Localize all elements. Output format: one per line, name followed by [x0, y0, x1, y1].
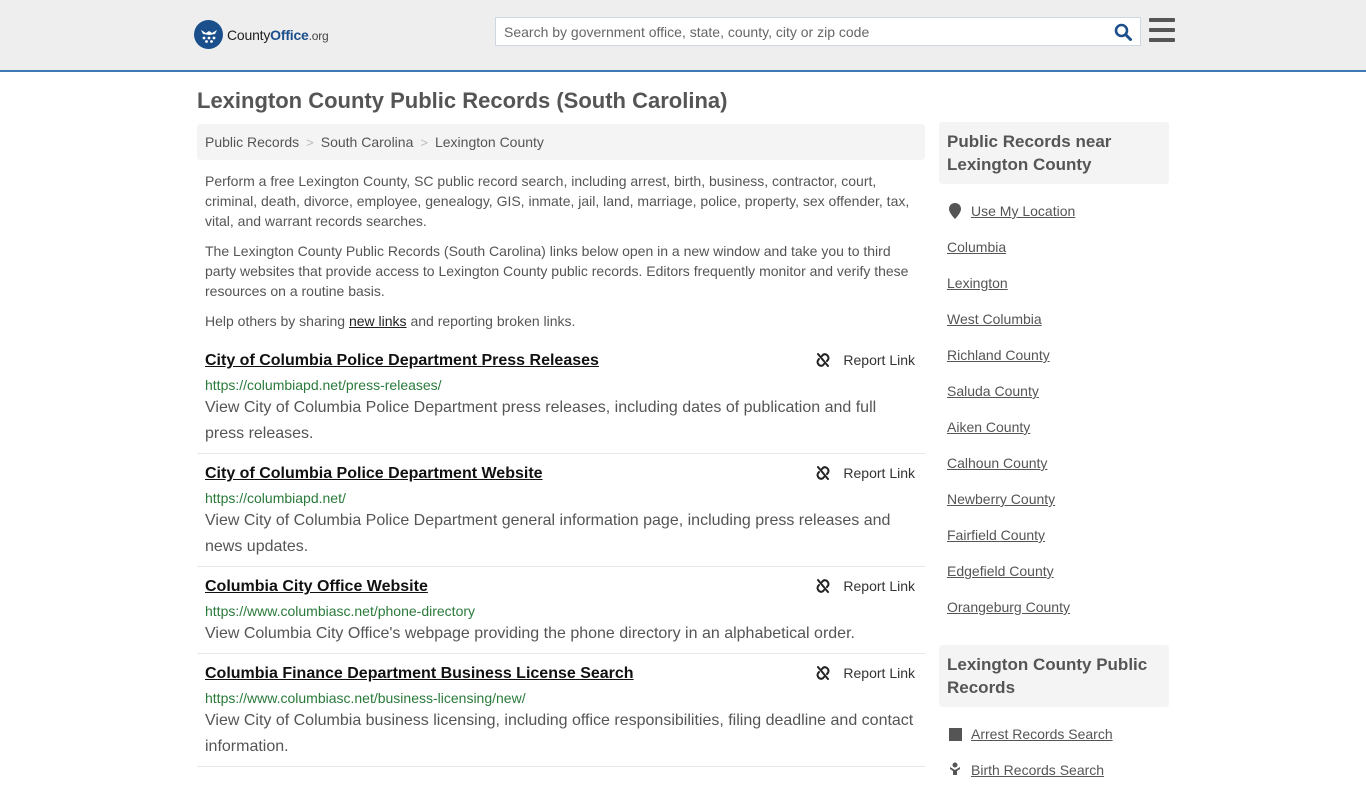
county-record-item: Arrest Records Search: [947, 716, 1161, 752]
page-title: Lexington County Public Records (South C…: [197, 88, 728, 113]
breadcrumb-separator: >: [420, 134, 428, 150]
record-url: https://columbiapd.net/: [205, 490, 346, 506]
broken-link-icon: [816, 466, 830, 480]
nearby-item: Aiken County: [947, 409, 1161, 445]
breadcrumb-separator: >: [306, 134, 314, 150]
birth-records-search-link[interactable]: Birth Records Search: [971, 762, 1104, 778]
nearby-link-calhoun-county[interactable]: Calhoun County: [947, 455, 1047, 471]
share-links-paragraph: Help others by sharing new links and rep…: [205, 313, 576, 329]
nearby-link-aiken-county[interactable]: Aiken County: [947, 419, 1030, 435]
broken-link-icon: [816, 353, 830, 367]
menu-bar: [1149, 38, 1175, 42]
use-location-item: Use My Location: [947, 193, 1161, 229]
record-description: View City of Columbia Police Department …: [205, 512, 891, 555]
record-url: https://www.columbiasc.net/phone-directo…: [205, 603, 476, 619]
report-link-button[interactable]: Report Link: [815, 465, 915, 481]
nearby-link-edgefield-county[interactable]: Edgefield County: [947, 563, 1054, 579]
record-title-link[interactable]: City of Columbia Police Department Press…: [205, 351, 599, 371]
record-title-link[interactable]: Columbia City Office Website: [205, 577, 428, 597]
nearby-item: Columbia: [947, 229, 1161, 265]
breadcrumb-public-records[interactable]: Public Records: [205, 134, 299, 150]
search-button[interactable]: [1106, 18, 1140, 45]
record-description: View Columbia City Office's webpage prov…: [205, 625, 855, 642]
nearby-link-orangeburg-county[interactable]: Orangeburg County: [947, 599, 1070, 615]
record-url: https://www.columbiasc.net/business-lice…: [205, 690, 526, 706]
nearby-link-lexington[interactable]: Lexington: [947, 275, 1008, 291]
nearby-item: West Columbia: [947, 301, 1161, 337]
square-icon: [947, 727, 963, 741]
report-link-button[interactable]: Report Link: [815, 578, 915, 594]
record-url: https://columbiapd.net/press-releases/: [205, 377, 442, 393]
nearby-item: Newberry County: [947, 481, 1161, 517]
breadcrumb-south-carolina[interactable]: South Carolina: [321, 134, 414, 150]
nearby-item: Lexington: [947, 265, 1161, 301]
record-item: Columbia City Office Website Report Link…: [197, 567, 925, 654]
record-item: City of Columbia Police Department Press…: [197, 341, 925, 454]
intro-text: Perform a free Lexington County, SC publ…: [197, 171, 925, 331]
nearby-item: Orangeburg County: [947, 589, 1161, 625]
sidebar: Public Records near Lexington County Use…: [939, 122, 1169, 788]
record-item: Columbia Finance Department Business Lic…: [197, 654, 925, 767]
county-record-item: Birth Records Search: [947, 752, 1161, 788]
intro-paragraph: Perform a free Lexington County, SC publ…: [205, 173, 910, 229]
broken-link-icon: [816, 579, 830, 593]
map-marker-icon: [947, 203, 963, 219]
nearby-records-list: Use My Location Columbia Lexington West …: [939, 184, 1169, 625]
breadcrumb-lexington-county[interactable]: Lexington County: [435, 134, 544, 150]
nearby-link-newberry-county[interactable]: Newberry County: [947, 491, 1055, 507]
breadcrumb: Public Records > South Carolina > Lexing…: [197, 124, 925, 160]
nearby-link-richland-county[interactable]: Richland County: [947, 347, 1050, 363]
nearby-item: Saluda County: [947, 373, 1161, 409]
record-description: View City of Columbia business licensing…: [205, 712, 914, 755]
logo-wordmark: CountyOffice.org: [227, 26, 329, 43]
site-header: CountyOffice.org: [0, 0, 1366, 72]
record-item: City of Columbia Police Department Websi…: [197, 454, 925, 567]
report-link-button[interactable]: Report Link: [815, 665, 915, 681]
nearby-link-saluda-county[interactable]: Saluda County: [947, 383, 1039, 399]
arrest-records-search-link[interactable]: Arrest Records Search: [971, 726, 1113, 742]
menu-bar: [1149, 18, 1175, 22]
nearby-records-heading: Public Records near Lexington County: [939, 122, 1169, 184]
intro-paragraph: The Lexington County Public Records (Sou…: [205, 243, 909, 299]
site-logo[interactable]: CountyOffice.org: [194, 20, 329, 49]
baby-icon: [947, 762, 963, 778]
broken-link-icon: [816, 666, 830, 680]
search-bar: [495, 17, 1141, 46]
nearby-item: Edgefield County: [947, 553, 1161, 589]
hamburger-menu-button[interactable]: [1149, 18, 1175, 42]
main-content: Public Records > South Carolina > Lexing…: [197, 124, 925, 767]
use-my-location-link[interactable]: Use My Location: [971, 203, 1075, 219]
nearby-item: Fairfield County: [947, 517, 1161, 553]
report-link-button[interactable]: Report Link: [815, 352, 915, 368]
menu-bar: [1149, 28, 1175, 32]
eagle-stars-icon: [194, 20, 223, 49]
nearby-link-columbia[interactable]: Columbia: [947, 239, 1006, 255]
nearby-item: Calhoun County: [947, 445, 1161, 481]
nearby-link-fairfield-county[interactable]: Fairfield County: [947, 527, 1045, 543]
new-links-link[interactable]: new links: [349, 313, 407, 329]
nearby-item: Richland County: [947, 337, 1161, 373]
search-input[interactable]: [496, 18, 1106, 45]
record-title-link[interactable]: City of Columbia Police Department Websi…: [205, 464, 543, 484]
record-description: View City of Columbia Police Department …: [205, 399, 877, 442]
county-records-list: Arrest Records Search Birth Records Sear…: [939, 707, 1169, 788]
county-records-heading: Lexington County Public Records: [939, 645, 1169, 707]
nearby-link-west-columbia[interactable]: West Columbia: [947, 311, 1042, 327]
record-title-link[interactable]: Columbia Finance Department Business Lic…: [205, 664, 634, 684]
search-icon: [1114, 23, 1132, 41]
